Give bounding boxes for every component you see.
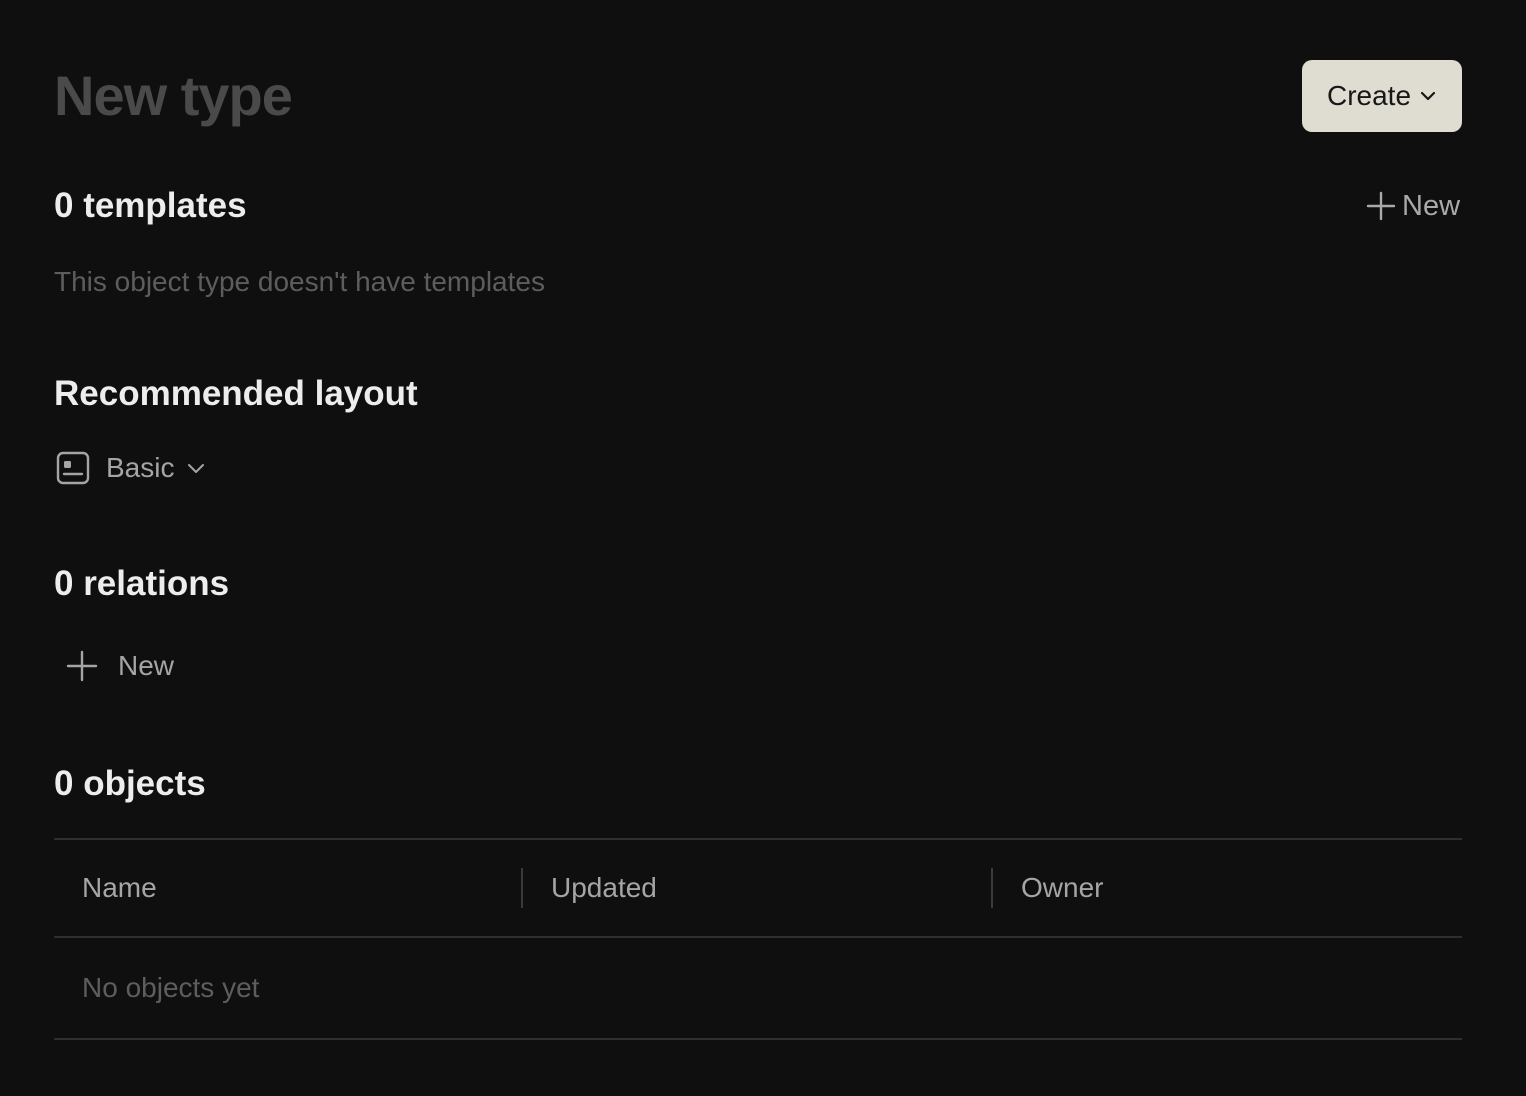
new-template-label: New	[1402, 189, 1461, 222]
basic-layout-icon	[56, 451, 90, 485]
relations-heading: 0 relations	[54, 564, 230, 603]
layout-selected-label: Basic	[106, 452, 175, 483]
new-relation-label: New	[118, 650, 175, 681]
column-header-name[interactable]: Name	[82, 868, 157, 908]
objects-heading: 0 objects	[54, 764, 206, 803]
create-button-label: Create	[1326, 80, 1412, 111]
templates-empty-text: This object type doesn't have templates	[54, 266, 545, 297]
table-header-divider	[54, 936, 1462, 938]
column-header-owner[interactable]: Owner	[1021, 868, 1103, 908]
create-button[interactable]: Create	[1302, 60, 1462, 132]
table-top-divider	[54, 838, 1462, 840]
column-resize-handle[interactable]	[521, 868, 523, 908]
objects-empty-text: No objects yet	[82, 972, 260, 1003]
column-header-updated[interactable]: Updated	[551, 868, 657, 908]
templates-heading: 0 templates	[54, 186, 247, 225]
type-editor-page: New type Create 0 templates New This obj…	[0, 0, 1526, 1096]
table-bottom-divider	[54, 1038, 1462, 1040]
page-title[interactable]: New type	[54, 62, 293, 130]
chevron-down-icon	[186, 458, 206, 478]
new-relation-button[interactable]: New	[66, 646, 174, 686]
plus-icon	[66, 650, 98, 682]
chevron-down-icon	[1419, 87, 1437, 105]
layout-select[interactable]: Basic	[56, 448, 206, 488]
new-template-button[interactable]: New	[1366, 186, 1460, 226]
column-resize-handle[interactable]	[991, 868, 993, 908]
layout-heading: Recommended layout	[54, 374, 418, 413]
plus-icon	[1366, 191, 1396, 221]
